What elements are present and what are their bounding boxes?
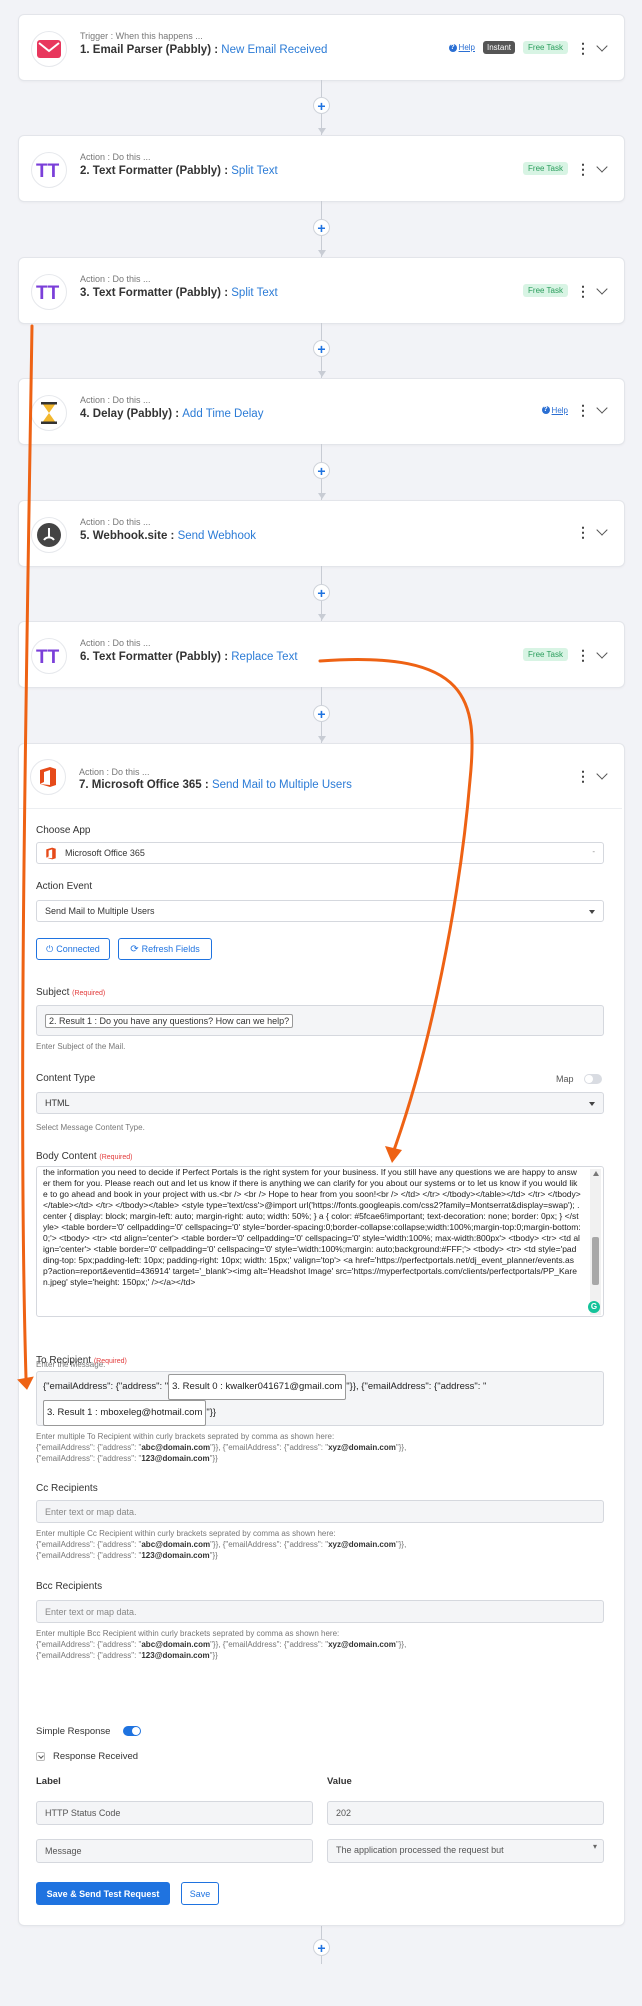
annotation-arrowhead-right [385,1146,402,1163]
annotation-arrowhead-left [17,1376,34,1390]
annotation-arrow-left [21,324,34,1380]
annotation-arrows [17,324,474,1390]
annotation-arrow-right [318,658,474,1152]
